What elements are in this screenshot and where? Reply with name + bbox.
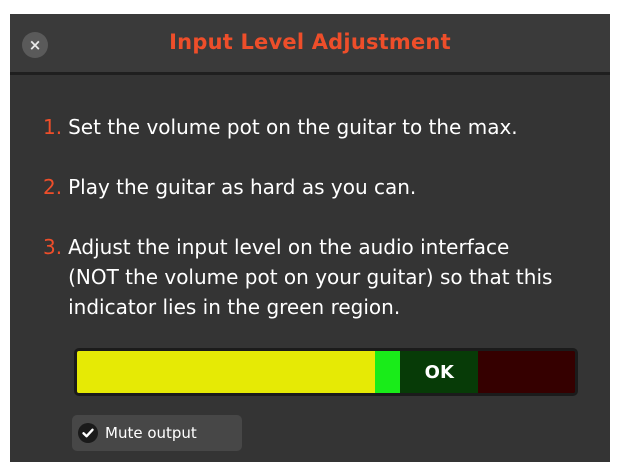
step-text: Play the guitar as hard as you can. [68,175,417,199]
dialog-title: Input Level Adjustment [169,30,451,54]
step-number: 1. [43,115,63,139]
step-number: 2. [43,175,63,199]
meter-ok-label: OK [424,361,454,383]
instruction-step-1: 1. Set the volume pot on the guitar to t… [43,112,518,142]
meter-level-indicator [375,351,401,393]
check-icon [78,423,98,443]
step-number: 3. [43,235,63,259]
step-text: Adjust the input level on the audio inte… [68,235,553,319]
mute-output-toggle[interactable]: Mute output [72,415,242,451]
step-text: Set the volume pot on the guitar to the … [68,115,518,139]
meter-low-zone [77,351,376,393]
meter-high-zone [477,351,575,393]
input-level-dialog: × Input Level Adjustment 1. Set the volu… [10,14,610,462]
mute-output-label: Mute output [105,424,197,442]
instruction-step-2: 2. Play the guitar as hard as you can. [43,172,416,202]
instruction-step-3: 3. Adjust the input level on the audio i… [43,232,563,322]
input-level-meter: OK [74,348,578,396]
dialog-titlebar: × Input Level Adjustment [10,14,610,75]
